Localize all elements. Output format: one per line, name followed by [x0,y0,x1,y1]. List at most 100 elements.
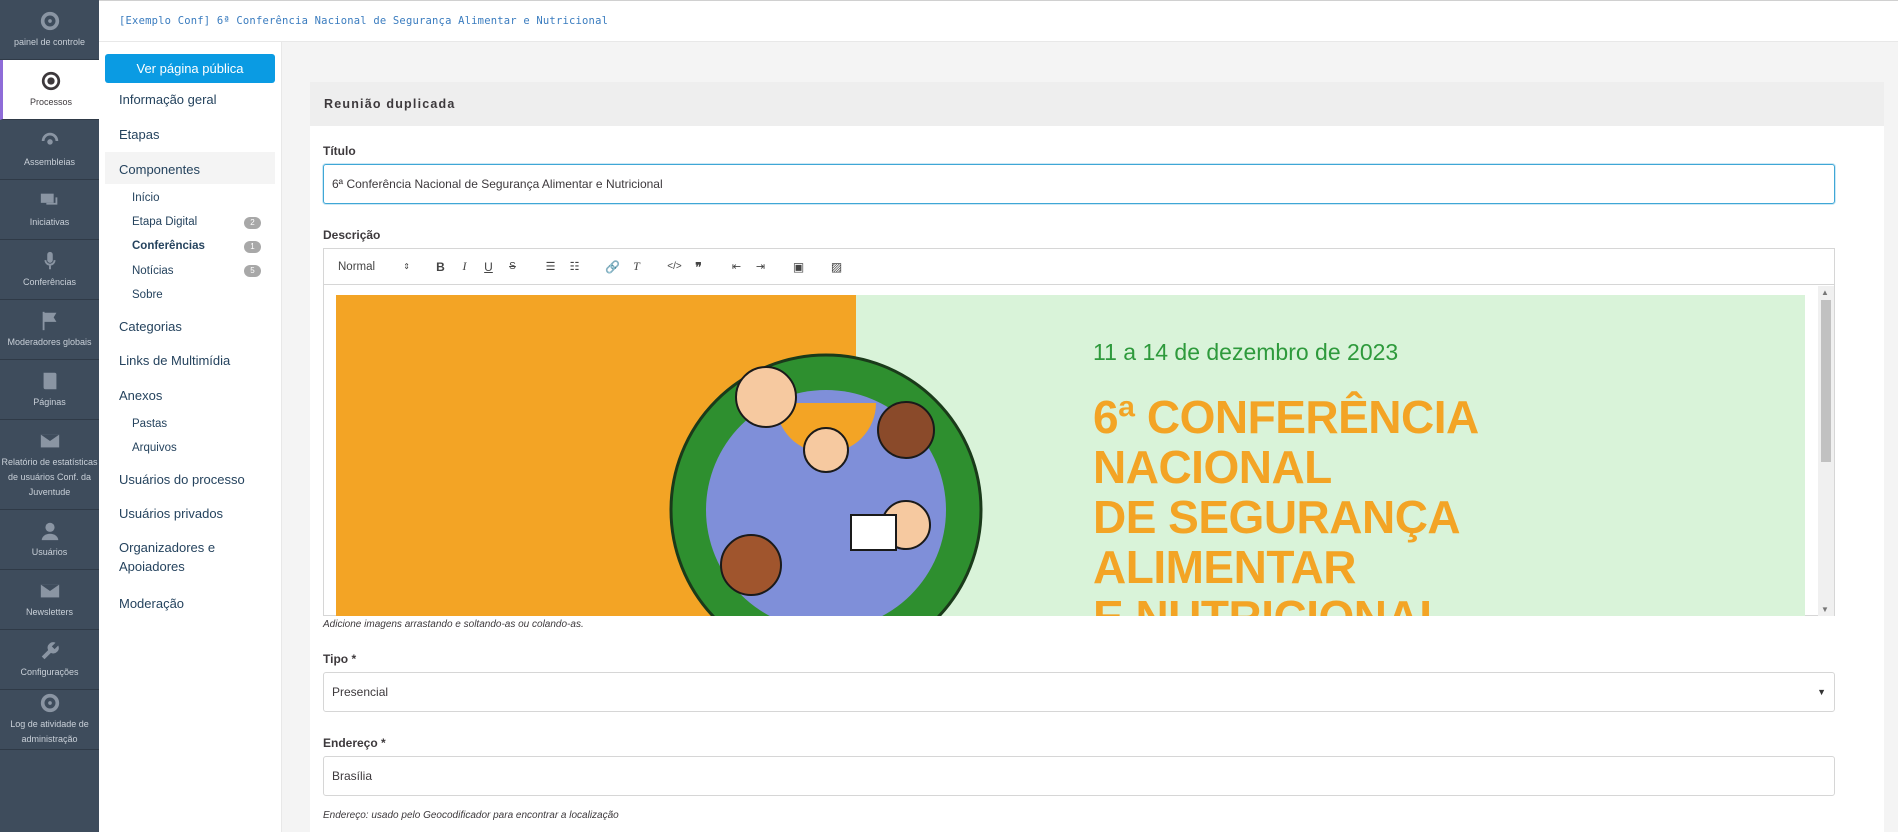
quote-icon[interactable]: ❞ [691,259,706,274]
illustration-people-icon [669,353,983,616]
editor-scrollbar[interactable]: ▲ ▼ [1818,286,1834,616]
card-header: Reunião duplicada [310,82,1884,126]
scrollbar-thumb[interactable] [1821,300,1831,462]
rich-text-editor: Normal ⇕ B I U S ☰ ☷ 🔗 T </> ❞ ⇤ ⇥ ▣ ▨ 1… [323,248,1835,616]
nav-initiatives[interactable]: Iniciativas [0,180,99,240]
nav-label: Relatório de estatísticas de usuários Co… [1,456,98,497]
code-icon[interactable]: </> [667,259,682,274]
banner-date: 11 a 14 de dezembro de 2023 [1093,339,1399,365]
secnav-item-organizers[interactable]: Organizadores e Apoiadores [119,540,215,574]
bold-icon[interactable]: B [433,259,448,274]
nav-conferences[interactable]: Conferências [0,240,99,300]
type-label: Tipo * [323,652,357,666]
secnav-item-organizers-line1: Organizadores e [119,540,216,555]
count-badge: 2 [244,217,261,229]
secnav-item-attachments[interactable]: Anexos [119,388,162,403]
nav-label: Newsletters [25,606,73,617]
component-item-about[interactable]: Sobre [132,289,163,301]
nav-label: Assembleias [23,156,76,167]
wrench-icon [41,641,59,659]
format-select[interactable]: Normal ⇕ [338,261,410,273]
nav-label: Páginas [33,396,66,407]
address-help-text: Endereço: usado pelo Geocodificador para… [323,810,619,821]
activity-icon [40,693,59,713]
page-title: Reunião duplicada [324,97,456,111]
component-item-news[interactable]: Notícias [132,265,174,277]
dashboard-icon [40,11,59,30]
title-label: Título [323,144,356,158]
nav-label: Usuários [31,546,68,557]
indent-icon[interactable]: ⇥ [753,259,768,274]
breadcrumb[interactable]: [Exemplo Conf] 6ª Conferência Nacional d… [119,15,608,27]
nav-label: Moderadores globais [7,336,92,347]
banner-headline-line: 6ª CONFERÊNCIA [1093,391,1479,443]
nav-statistics-report[interactable]: Relatório de estatísticas de usuários Co… [0,420,99,510]
format-select-value: Normal [338,260,376,273]
underline-icon[interactable]: U [481,259,496,274]
link-icon[interactable]: 🔗 [605,259,620,274]
clear-format-icon[interactable]: T [629,259,644,274]
nav-assemblies[interactable]: Assembleias [0,120,99,180]
secnav-item-moderation[interactable]: Moderação [119,596,184,611]
nav-label: Log de atividade de administração [10,719,89,744]
nav-label: Conferências [22,276,77,287]
editor-content[interactable]: 11 a 14 de dezembro de 2023 6ª CONFERÊNC… [324,286,1834,616]
count-badge: 5 [244,265,261,277]
secnav-item-organizers-line2: Apoiadores [119,559,185,574]
address-input[interactable]: Brasília [323,756,1835,796]
outdent-icon[interactable]: ⇤ [729,259,744,274]
conference-banner-image: 11 a 14 de dezembro de 2023 6ª CONFERÊNC… [336,295,1805,616]
view-public-page-button[interactable]: Ver página pública [105,54,275,83]
nav-label: Iniciativas [29,216,70,227]
editor-help-text: Adicione imagens arrastando e soltando-a… [323,619,584,630]
address-label: Endereço * [323,736,386,750]
banner-headline-line: NACIONAL [1093,441,1332,493]
banner-headline: 6ª CONFERÊNCIA NACIONAL DE SEGURANÇA ALI… [1093,392,1479,616]
nav-processes[interactable]: Processos [0,60,99,120]
mail-icon [40,434,59,447]
meeting-form-card: Reunião duplicada Título 6ª Conferência … [310,82,1884,832]
target-icon [41,71,61,90]
type-select[interactable]: Presencial ▼ [323,672,1835,712]
banner-headline-line: E NUTRICIONAL [1093,592,1479,616]
nav-dashboard[interactable]: painel de controle [0,0,99,60]
scroll-down-icon[interactable]: ▼ [1821,605,1829,614]
nav-label: painel de controle [13,36,86,47]
nav-admin-log[interactable]: Log de atividade de administração [0,690,99,750]
component-item-start[interactable]: Início [132,192,160,204]
main-navigation: painel de controle Processos Assembleias… [0,0,99,832]
nav-pages[interactable]: Páginas [0,360,99,420]
secnav-item-private-users[interactable]: Usuários privados [119,506,223,521]
video-icon[interactable]: ▣ [791,259,806,274]
microphone-icon [44,251,55,269]
attachment-item-folders[interactable]: Pastas [132,418,167,430]
nav-global-moderators[interactable]: Moderadores globais [0,300,99,360]
title-input[interactable]: 6ª Conferência Nacional de Segurança Ali… [323,164,1835,204]
flag-icon [42,311,56,330]
envelope-icon [40,584,59,597]
book-icon [43,372,56,389]
secnav-item-categories[interactable]: Categorias [119,319,182,334]
bullet-list-icon[interactable]: ☷ [567,259,582,274]
secnav-item-media-links[interactable]: Links de Multimídia [119,353,230,368]
assembly-icon [41,132,58,145]
ordered-list-icon[interactable]: ☰ [543,259,558,274]
caret-down-icon: ▼ [1817,687,1826,697]
secnav-item-steps[interactable]: Etapas [119,127,159,142]
type-select-value: Presencial [332,685,389,699]
nav-settings[interactable]: Configurações [0,630,99,690]
nav-users[interactable]: Usuários [0,510,99,570]
scroll-up-icon[interactable]: ▲ [1821,288,1829,297]
italic-icon[interactable]: I [457,259,472,274]
component-item-digital-step[interactable]: Etapa Digital [132,216,197,228]
chevron-updown-icon: ⇕ [403,262,410,271]
component-item-conferences[interactable]: Conferências [132,240,205,252]
secnav-item-process-users[interactable]: Usuários do processo [119,472,245,487]
attachment-item-files[interactable]: Arquivos [132,442,177,454]
title-input-value: 6ª Conferência Nacional de Segurança Ali… [332,177,663,191]
secnav-item-general-info[interactable]: Informação geral [119,92,217,107]
strikethrough-icon[interactable]: S [505,259,520,274]
secnav-item-components[interactable]: Componentes [119,162,200,177]
image-icon[interactable]: ▨ [829,259,844,274]
nav-newsletters[interactable]: Newsletters [0,570,99,630]
